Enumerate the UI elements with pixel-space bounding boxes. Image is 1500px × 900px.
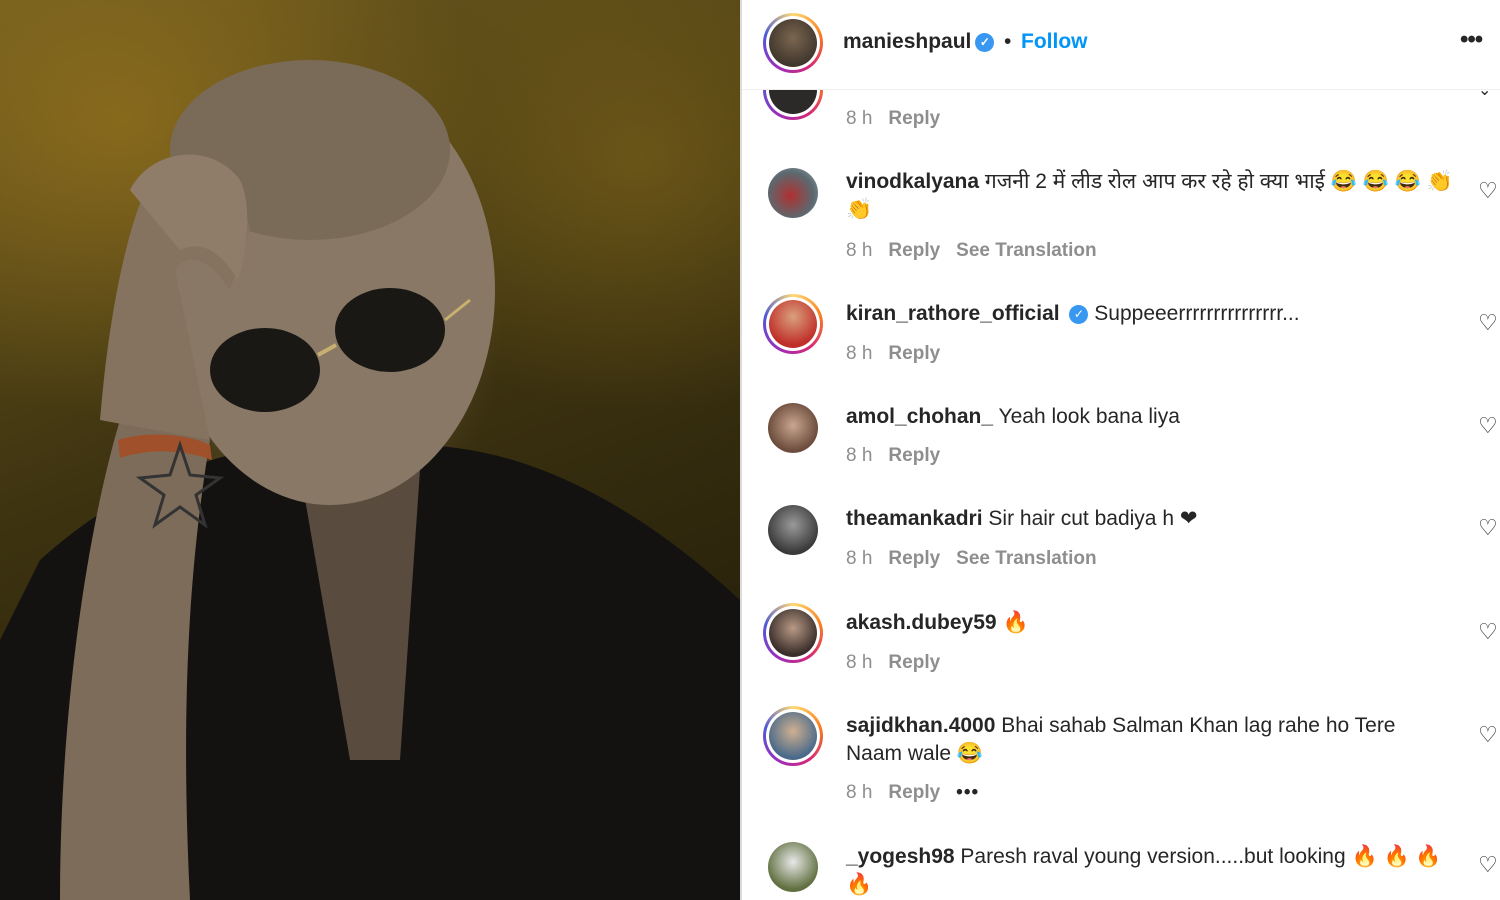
comment-body: theamankadri Sir hair cut badiya h ❤ bbox=[846, 505, 1446, 533]
comment-text: 🔥 bbox=[1002, 611, 1029, 634]
like-heart-icon[interactable]: ♡ bbox=[1478, 310, 1498, 336]
author-avatar[interactable] bbox=[763, 13, 823, 73]
comment-meta: 8 h Reply bbox=[846, 108, 956, 130]
commenter-avatar[interactable] bbox=[768, 842, 818, 892]
commenter-username[interactable]: akash.dubey59 bbox=[846, 611, 997, 634]
comment-body: vinodkalyana गजनी 2 में लीड रोल आप कर रह… bbox=[846, 168, 1456, 224]
comment-body: _yogesh98 Paresh raval young version....… bbox=[846, 843, 1456, 899]
more-options-icon[interactable]: ••• bbox=[1460, 26, 1483, 54]
comment-meta: 8 h Reply bbox=[846, 652, 956, 674]
comment-meta: 8 h Reply ••• bbox=[846, 782, 995, 804]
comment-body: kiran_rathore_official ✓ Suppeeerrrrrrrr… bbox=[846, 300, 1446, 328]
follow-button[interactable]: Follow bbox=[1021, 30, 1088, 54]
comment-text: Yeah look bana liya bbox=[998, 405, 1180, 428]
comment-time: 8 h bbox=[846, 652, 873, 673]
comment-body: akash.dubey59 🔥 bbox=[846, 609, 1446, 637]
like-heart-icon[interactable]: ♡ bbox=[1478, 852, 1498, 878]
commenter-username[interactable]: _yogesh98 bbox=[846, 845, 955, 868]
post-photo-illustration bbox=[0, 60, 740, 900]
comment-body: sajidkhan.4000 Bhai sahab Salman Khan la… bbox=[846, 712, 1416, 768]
like-heart-icon[interactable]: ♡ bbox=[1478, 619, 1498, 645]
like-heart-icon[interactable]: ♡ bbox=[1478, 413, 1498, 439]
reply-button[interactable]: Reply bbox=[888, 548, 940, 569]
reply-button[interactable]: Reply bbox=[888, 343, 940, 364]
comment-body: amol_chohan_ Yeah look bana liya bbox=[846, 403, 1446, 431]
see-translation-button[interactable]: See Translation bbox=[956, 548, 1096, 569]
commenter-username[interactable]: vinodkalyana bbox=[846, 170, 979, 193]
commenter-avatar[interactable] bbox=[768, 403, 818, 453]
see-translation-button[interactable]: See Translation bbox=[956, 240, 1096, 261]
like-heart-icon[interactable]: ♡ bbox=[1478, 515, 1498, 541]
commenter-avatar[interactable] bbox=[763, 706, 823, 766]
reply-button[interactable]: Reply bbox=[888, 108, 940, 129]
commenter-username[interactable]: kiran_rathore_official bbox=[846, 302, 1060, 325]
commenter-avatar[interactable] bbox=[768, 168, 818, 218]
reply-button[interactable]: Reply bbox=[888, 445, 940, 466]
comment-time: 8 h bbox=[846, 343, 873, 364]
reply-button[interactable]: Reply bbox=[888, 782, 940, 803]
comment-text: Sir hair cut badiya h ❤ bbox=[988, 507, 1198, 530]
reply-button[interactable]: Reply bbox=[888, 240, 940, 261]
comment-time: 8 h bbox=[846, 782, 873, 803]
like-heart-icon[interactable]: ♡ bbox=[1478, 722, 1498, 748]
comment-options-icon[interactable]: ••• bbox=[956, 782, 979, 803]
commenter-username[interactable]: theamankadri bbox=[846, 507, 983, 530]
commenter-avatar[interactable] bbox=[763, 603, 823, 663]
like-heart-icon[interactable]: ♡ bbox=[1478, 178, 1498, 204]
comment-meta: 8 h Reply bbox=[846, 343, 956, 365]
comment-time: 8 h bbox=[846, 445, 873, 466]
comment-time: 8 h bbox=[846, 548, 873, 569]
author-username[interactable]: manieshpaul ✓ bbox=[843, 30, 995, 54]
comment-meta: 8 h Reply See Translation bbox=[846, 548, 1113, 570]
header-separator: • bbox=[1004, 30, 1012, 53]
post-photo bbox=[0, 0, 740, 900]
comment-meta: 8 h Reply bbox=[846, 445, 956, 467]
post-header: manieshpaul ✓ • Follow ••• bbox=[742, 0, 1500, 90]
comment-text: Suppeeerrrrrrrrrrrrrrr... bbox=[1094, 302, 1300, 325]
verified-badge-icon: ✓ bbox=[1069, 305, 1089, 324]
commenter-avatar[interactable] bbox=[768, 505, 818, 555]
commenter-avatar[interactable] bbox=[763, 294, 823, 354]
commenter-username[interactable]: amol_chohan_ bbox=[846, 405, 993, 428]
comment-time: 8 h bbox=[846, 240, 873, 261]
commenter-username[interactable]: sajidkhan.4000 bbox=[846, 714, 995, 737]
reply-button[interactable]: Reply bbox=[888, 652, 940, 673]
comment-meta: 8 h Reply See Translation bbox=[846, 240, 1113, 262]
comment-time: 8 h bbox=[846, 108, 873, 129]
verified-badge-icon: ✓ bbox=[975, 33, 995, 52]
comments-panel: manieshpaul ✓ • Follow ••• 8 h Reply ⌄ vin… bbox=[742, 0, 1500, 900]
